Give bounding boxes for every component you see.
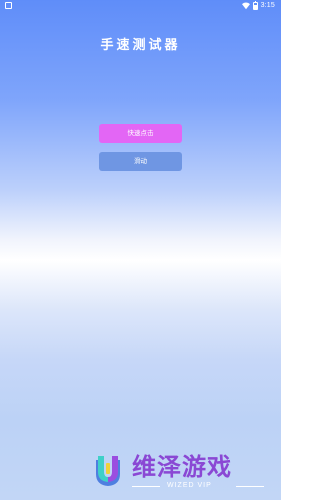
battery-icon	[252, 0, 258, 10]
brand-logo-icon	[96, 456, 120, 486]
watermark-divider-left	[132, 486, 160, 487]
status-time: 3:15	[260, 2, 275, 9]
watermark: 维泽游戏 WIZED VIP	[90, 447, 280, 495]
watermark-divider-right	[236, 486, 264, 487]
quick-tap-button[interactable]: 快速点击	[99, 124, 182, 143]
app-notification-icon	[5, 2, 12, 9]
swipe-button[interactable]: 滑动	[99, 152, 182, 171]
page-title: 手速测试器	[100, 38, 181, 53]
watermark-subtitle-row: WIZED VIP	[132, 481, 272, 491]
app-screen: 3:15 手速测试器 快速点击 滑动 维泽游戏 WIZED VIP	[0, 0, 281, 500]
watermark-subtitle: WIZED VIP	[167, 482, 212, 489]
status-bar-right: 3:15	[241, 0, 275, 10]
status-bar: 3:15	[0, 0, 281, 12]
watermark-name: 维泽游戏	[132, 453, 232, 481]
wifi-icon	[241, 2, 250, 9]
